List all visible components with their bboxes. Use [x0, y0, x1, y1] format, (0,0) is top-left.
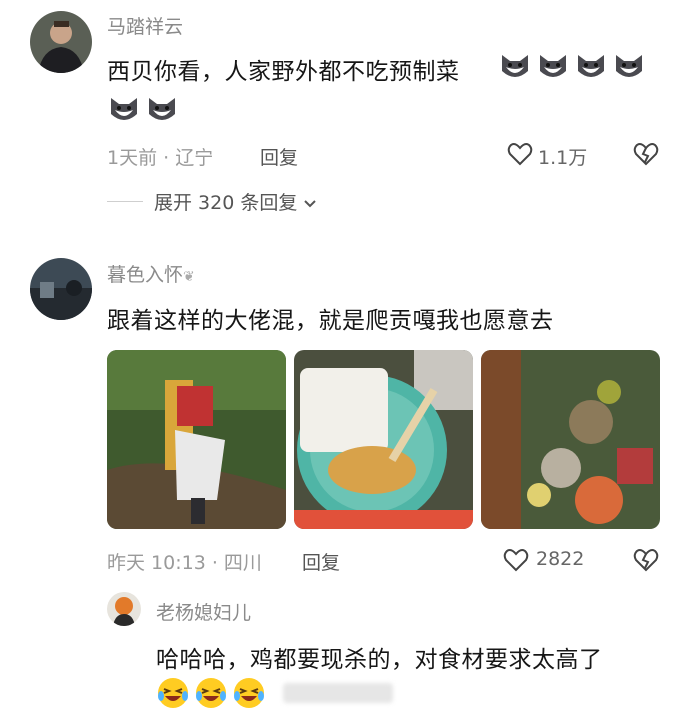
username[interactable]: 老杨媳妇儿 [156, 598, 251, 625]
username[interactable]: 暮色入怀❦ [107, 260, 195, 287]
broken-heart-icon[interactable] [632, 140, 660, 168]
timestamp-location: 1天前 · 辽宁 [107, 147, 214, 169]
divider [107, 201, 143, 202]
flower-icon: ❦ [183, 269, 195, 285]
username[interactable]: 马踏祥云 [107, 12, 183, 39]
broken-heart-icon[interactable] [632, 546, 660, 574]
username-text: 暮色入怀 [107, 264, 184, 286]
husky-emoji [540, 55, 566, 77]
husky-emoji [111, 98, 137, 120]
comment-text: 西贝你看，人家野外都不吃预制菜 [107, 52, 460, 86]
laughing-crying-emoji [196, 678, 226, 708]
chevron-down-icon [304, 199, 317, 207]
reply-button[interactable]: 回复 [302, 548, 340, 575]
expand-replies-button[interactable]: 展开 320 条回复 [154, 188, 317, 215]
husky-emoji [578, 55, 604, 77]
like-count: 2822 [536, 548, 585, 570]
husky-emoji [502, 55, 528, 77]
avatar[interactable] [30, 11, 92, 73]
comment-photo[interactable] [294, 350, 473, 529]
timestamp-location: 昨天 10:13 · 四川 [107, 552, 262, 574]
reply-text: 哈哈哈，鸡都要现杀的，对食材要求太高了 [156, 647, 603, 673]
husky-emoji [149, 98, 175, 120]
laughing-crying-emoji [234, 678, 264, 708]
husky-emoji [616, 55, 642, 77]
avatar[interactable] [30, 258, 92, 320]
heart-outline-icon[interactable] [506, 140, 534, 168]
laughing-crying-emoji [158, 678, 188, 708]
like-count: 1.1万 [538, 147, 588, 169]
heart-outline-icon[interactable] [502, 546, 530, 574]
comment-photo[interactable] [107, 350, 286, 529]
emoji-row [156, 676, 394, 710]
comment-photo[interactable] [481, 350, 660, 529]
watermark [283, 683, 394, 703]
avatar[interactable] [107, 592, 141, 626]
expand-label: 展开 320 条回复 [154, 192, 298, 214]
comment-body: 西贝你看，人家野外都不吃预制菜 [107, 59, 460, 85]
comment-text: 跟着这样的大佬混，就是爬贡嘎我也愿意去 [107, 308, 554, 334]
reply-button[interactable]: 回复 [260, 143, 298, 170]
emoji-row [498, 49, 650, 83]
emoji-row [107, 92, 183, 126]
